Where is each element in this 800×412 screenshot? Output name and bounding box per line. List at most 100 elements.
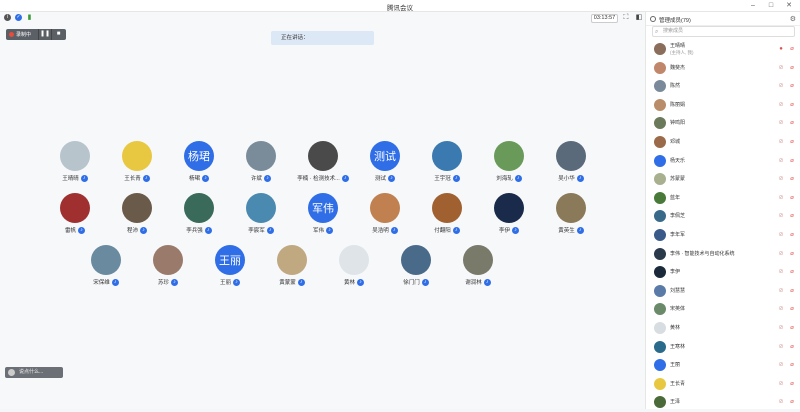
member-row[interactable]: 王泽 ⊘ ⌀ [646,393,800,412]
mic-muted-icon[interactable]: ⌀ [789,324,795,332]
member-row[interactable]: 苏蒙蒙 ⊘ ⌀ [646,170,800,189]
video-off-icon[interactable]: ⊘ [778,175,784,183]
layout-icon[interactable]: ◧ [635,14,643,22]
member-row[interactable]: 李佩芝 ⊘ ⌀ [646,207,800,226]
member-row[interactable]: 邓城 ⊘ ⌀ [646,133,800,152]
member-row[interactable]: 蓝年 ⊘ ⌀ [646,189,800,208]
participant-tile[interactable]: 王宇冠 ♪ [417,141,477,182]
member-row[interactable]: 李伟 · 智能技术与自动化系统 ⊘ ⌀ [646,245,800,264]
video-off-icon[interactable]: ⊘ [778,64,784,72]
participant-tile[interactable]: 杨珺 杨珺 ♪ [169,141,229,182]
recording-status[interactable]: 录制中 [6,29,39,40]
participant-tile[interactable]: 刘海轧 ♪ [479,141,539,182]
participant-tile[interactable]: 李楠 · 检测技术... ♪ [293,141,353,182]
mic-muted-icon[interactable]: ⌀ [789,287,795,295]
mic-muted-icon[interactable]: ⌀ [789,212,795,220]
mic-muted-icon[interactable]: ⌀ [789,268,795,276]
mic-muted-icon[interactable]: ⌀ [789,250,795,258]
member-row[interactable]: 宋英体 ⊘ ⌀ [646,300,800,319]
mic-muted-icon[interactable]: ⌀ [789,398,795,406]
member-row[interactable]: 杨天乐 ⊘ ⌀ [646,152,800,171]
participant-tile[interactable]: 李伊 ♪ [479,193,539,234]
member-row[interactable]: 王晴晴 (主持人, 我) ● ⌀ [646,40,800,59]
video-off-icon[interactable]: ⊘ [778,157,784,165]
participant-tile[interactable]: 雷帆 ♪ [45,193,105,234]
chat-input-mini[interactable]: 说点什么... [5,367,63,378]
member-row[interactable]: 王寒林 ⊘ ⌀ [646,338,800,357]
minimize-icon[interactable]: – [746,0,760,12]
stop-recording-button[interactable]: ■ [52,29,65,40]
participant-tile[interactable]: 王丽 王丽 ♪ [200,245,260,286]
mic-muted-icon[interactable]: ⌀ [789,82,795,90]
video-off-icon[interactable]: ⊘ [778,361,784,369]
member-row[interactable]: 李年军 ⊘ ⌀ [646,226,800,245]
signal-icon[interactable]: ▮ [26,14,33,21]
member-row[interactable]: 黄林 ⊘ ⌀ [646,319,800,338]
participant-tile[interactable]: 苏珍 ♪ [138,245,198,286]
mic-muted-icon[interactable]: ⌀ [789,305,795,313]
fullscreen-icon[interactable]: ⛶ [622,14,630,22]
mic-muted-icon[interactable]: ⌀ [789,231,795,239]
video-off-icon[interactable]: ⊘ [778,305,784,313]
member-row[interactable]: 陈丽娟 ⊘ ⌀ [646,96,800,115]
video-off-icon[interactable]: ⊘ [778,343,784,351]
member-row[interactable]: 王丽 ⊘ ⌀ [646,356,800,375]
video-off-icon[interactable]: ⊘ [778,194,784,202]
video-off-icon[interactable]: ⊘ [778,231,784,239]
mic-muted-icon[interactable]: ⌀ [789,343,795,351]
member-row[interactable]: 李伊 ⊘ ⌀ [646,263,800,282]
member-row[interactable]: 王长青 ⊘ ⌀ [646,375,800,394]
participant-tile[interactable]: 许斌 ♪ [231,141,291,182]
participant-tile[interactable]: 李宸军 ♪ [231,193,291,234]
mic-muted-icon[interactable]: ⌀ [789,175,795,183]
member-row[interactable]: 陈然 ⊘ ⌀ [646,77,800,96]
participant-tile[interactable]: 王长青 ♪ [107,141,167,182]
mic-muted-icon[interactable]: ⌀ [789,119,795,127]
pause-recording-button[interactable]: ❚❚ [39,29,52,40]
participant-tile[interactable]: 付翻阳 ♪ [417,193,477,234]
participant-tile[interactable]: 程沛 ♪ [107,193,167,234]
mic-muted-icon[interactable]: ⌀ [789,101,795,109]
participant-tile[interactable]: 王晴晴 ♪ [45,141,105,182]
participant-tile[interactable]: 黄英生 ♪ [541,193,601,234]
participant-tile[interactable]: 吴小华 ♪ [541,141,601,182]
video-off-icon[interactable]: ⊘ [778,119,784,127]
close-icon[interactable]: ✕ [782,0,796,12]
mic-muted-icon[interactable]: ⌀ [789,194,795,202]
member-row[interactable]: 魏斐杰 ⊘ ⌀ [646,59,800,78]
member-search-input[interactable]: ⌕ 搜索成员 [652,26,795,37]
mic-muted-icon[interactable]: ⌀ [789,45,795,53]
participant-tile[interactable]: 军伟 军伟 ♪ [293,193,353,234]
record-indicator-icon[interactable]: ● [778,45,784,53]
video-off-icon[interactable]: ⊘ [778,287,784,295]
video-off-icon[interactable]: ⊘ [778,138,784,146]
video-off-icon[interactable]: ⊘ [778,268,784,276]
participant-tile[interactable]: 黄林 ♪ [324,245,384,286]
mic-muted-icon[interactable]: ⌀ [789,157,795,165]
shield-icon[interactable]: ✓ [15,14,22,21]
video-off-icon[interactable]: ⊘ [778,101,784,109]
member-row[interactable]: 钟鸣阳 ⊘ ⌀ [646,114,800,133]
mic-muted-icon[interactable]: ⌀ [789,64,795,72]
mic-muted-icon[interactable]: ⌀ [789,380,795,388]
video-off-icon[interactable]: ⊘ [778,380,784,388]
participant-tile[interactable]: 黄蒙蒙 ♪ [262,245,322,286]
participant-tile[interactable]: 李兵强 ♪ [169,193,229,234]
video-off-icon[interactable]: ⊘ [778,250,784,258]
participant-name: 王长青 [124,176,141,182]
participant-tile[interactable]: 吴浩明 ♪ [355,193,415,234]
mic-muted-icon[interactable]: ⌀ [789,361,795,369]
participant-tile[interactable]: 宋保维 ♪ [76,245,136,286]
video-off-icon[interactable]: ⊘ [778,212,784,220]
video-off-icon[interactable]: ⊘ [778,398,784,406]
participant-tile[interactable]: 徐门门 ♪ [386,245,446,286]
mic-muted-icon[interactable]: ⌀ [789,138,795,146]
member-row[interactable]: 刘慧慧 ⊘ ⌀ [646,282,800,301]
gear-icon[interactable]: ⚙ [790,15,796,23]
maximize-icon[interactable]: □ [764,0,778,12]
info-icon[interactable]: i [4,14,11,21]
participant-tile[interactable]: 谢润林 ♪ [448,245,508,286]
video-off-icon[interactable]: ⊘ [778,82,784,90]
participant-tile[interactable]: 测试 测试 ♪ [355,141,415,182]
video-off-icon[interactable]: ⊘ [778,324,784,332]
